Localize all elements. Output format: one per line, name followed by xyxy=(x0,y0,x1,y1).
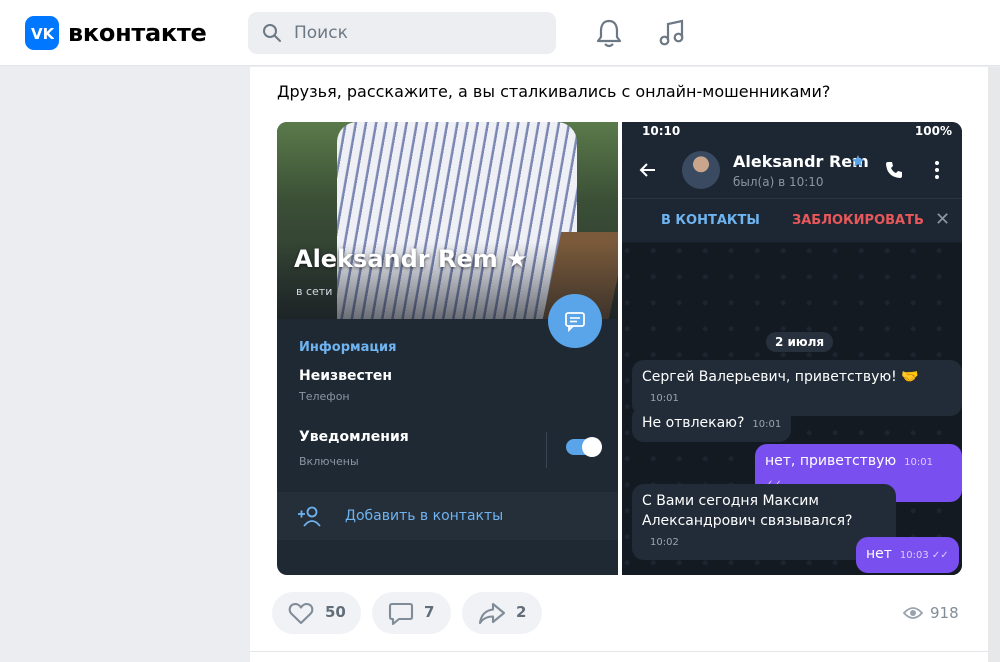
vk-logo-icon: VK xyxy=(25,16,59,50)
message-time: 10:01 xyxy=(752,419,782,430)
eye-icon xyxy=(903,607,923,619)
chat-action-bar: В КОНТАКТЫ ЗАБЛОКИРОВАТЬ ✕ xyxy=(622,198,962,242)
message-text: С Вами сегодня Максим Александрович связ… xyxy=(642,493,853,529)
vk-logo[interactable]: VK вконтакте xyxy=(25,16,207,50)
message-time: 10:03 ✓✓ xyxy=(899,550,949,561)
post-text: Друзья, расскажите, а вы сталкивались с … xyxy=(277,82,831,101)
share-button[interactable]: 2 xyxy=(462,592,542,634)
chat-messages: 2 июля Сергей Валерьевич, приветствую! 🤝… xyxy=(622,243,962,575)
share-count: 2 xyxy=(516,603,527,621)
svg-text:VK: VK xyxy=(31,25,54,41)
profile-status: в сети xyxy=(296,285,333,298)
phone-label: Телефон xyxy=(299,390,350,403)
left-pane xyxy=(0,67,250,662)
message-text: Не отвлекаю? xyxy=(642,415,745,431)
message-text: нет xyxy=(866,546,892,562)
views-count: 918 xyxy=(930,604,959,622)
status-battery: 100% xyxy=(914,124,952,138)
date-separator: 2 июля xyxy=(766,332,834,352)
message-in: Не отвлекаю? 10:01 xyxy=(632,406,792,442)
like-button[interactable]: 50 xyxy=(272,592,361,634)
post-card: Друзья, расскажите, а вы сталкивались с … xyxy=(250,67,988,662)
info-section-title: Информация xyxy=(299,340,397,355)
add-contact-label: Добавить в контакты xyxy=(345,508,504,524)
message-time: 10:02 xyxy=(650,537,679,548)
add-contact-row: Добавить в контакты xyxy=(277,492,618,540)
notifications-label: Включены xyxy=(299,455,359,468)
add-user-icon xyxy=(298,506,321,527)
phone-status-bar: 10:10 100% xyxy=(622,122,962,142)
chat-name: Aleksandr Rem xyxy=(733,152,869,171)
more-vertical-icon xyxy=(935,161,939,179)
comment-icon xyxy=(388,602,414,626)
phone-icon xyxy=(886,162,902,178)
phone-value: Неизвестен xyxy=(299,368,393,384)
toggle-knob xyxy=(582,437,602,457)
star-icon xyxy=(852,155,864,167)
heart-icon xyxy=(288,603,314,625)
back-arrow-icon xyxy=(639,163,655,177)
chat-icon xyxy=(565,312,585,332)
message-text: нет, приветствую xyxy=(765,453,897,469)
status-time: 10:10 xyxy=(642,124,681,138)
like-count: 50 xyxy=(325,603,346,621)
message-text: Сергей Валерьевич, приветствую! 🤝 xyxy=(642,369,919,385)
comment-count: 7 xyxy=(424,603,435,621)
scrollbar-track[interactable] xyxy=(988,67,1000,662)
search-placeholder: Поиск xyxy=(294,23,348,43)
share-icon xyxy=(478,602,506,625)
post-image-profile[interactable]: Aleksandr Rem ★ в сети Информация Неизве… xyxy=(277,122,618,575)
block-action: ЗАБЛОКИРОВАТЬ xyxy=(792,213,924,228)
profile-name: Aleksandr Rem ★ xyxy=(294,245,528,273)
bell-icon[interactable] xyxy=(595,18,623,48)
message-out: нет 10:03 ✓✓ xyxy=(856,537,959,573)
search-input[interactable]: Поиск xyxy=(248,12,556,54)
music-icon[interactable] xyxy=(658,18,686,48)
logo-text: вконтакте xyxy=(68,19,207,47)
message-time: 10:01 xyxy=(650,393,679,404)
divider xyxy=(546,432,547,468)
top-header: VK вконтакте Поиск xyxy=(0,0,1000,66)
comment-button[interactable]: 7 xyxy=(372,592,451,634)
post-image-chat[interactable]: 10:10 100% Aleksandr Rem был(а) в 10:10 … xyxy=(622,122,962,575)
message-fab xyxy=(548,294,602,348)
search-icon xyxy=(263,24,281,42)
post-divider xyxy=(250,651,988,652)
avatar xyxy=(682,151,720,189)
close-icon: ✕ xyxy=(935,209,951,230)
notifications-toggle xyxy=(566,437,602,457)
notifications-value: Уведомления xyxy=(299,429,409,445)
chat-last-seen: был(а) в 10:10 xyxy=(733,175,824,189)
add-to-contacts-action: В КОНТАКТЫ xyxy=(661,213,760,228)
chat-header: Aleksandr Rem был(а) в 10:10 xyxy=(622,142,962,198)
